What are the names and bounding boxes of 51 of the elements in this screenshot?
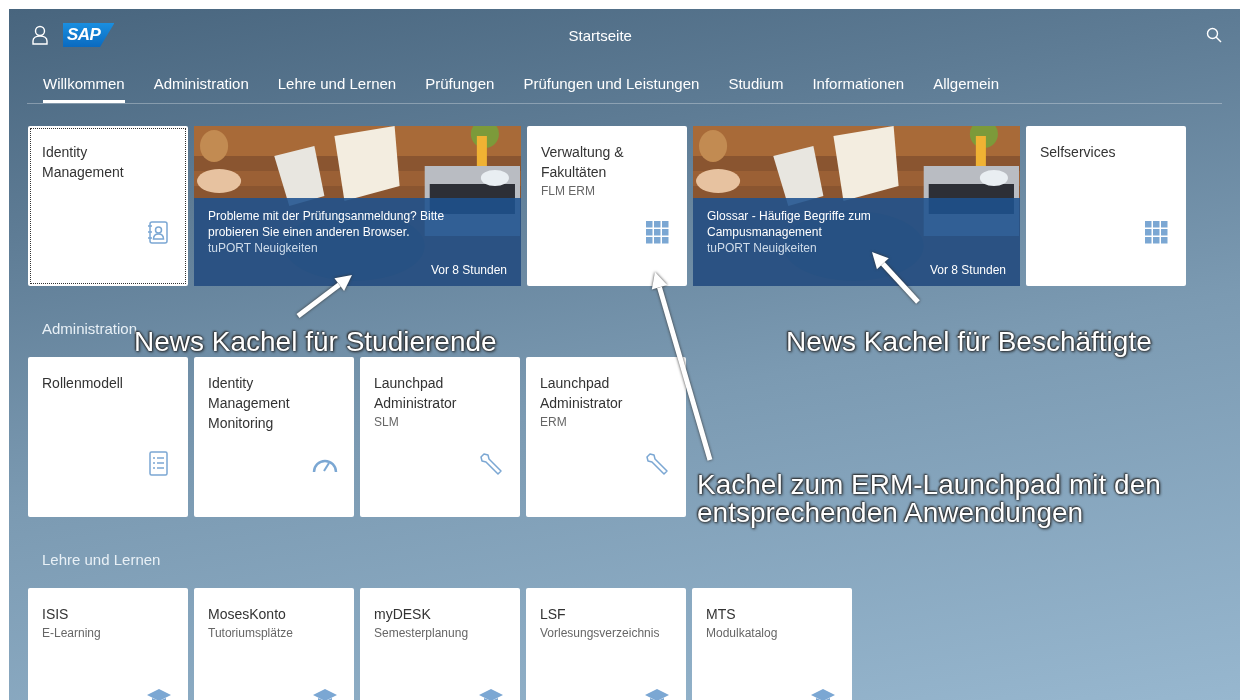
app-tile[interactable]: Verwaltung & Fakultäten FLM ERM	[527, 126, 687, 286]
annotation-text: Kachel zum ERM-Launchpad mit den entsprechenden Anwendungen	[697, 471, 1162, 527]
tile-title: ISIS	[42, 605, 70, 624]
news-source: tuPORT Neuigkeiten	[208, 240, 319, 256]
news-time: Vor 8 Stunden	[929, 263, 1006, 277]
tile-title: Verwaltung & Fakultäten	[541, 143, 625, 182]
section-title: Lehre und Lernen	[42, 551, 161, 568]
tile-title: Launchpad Administrator	[374, 374, 458, 413]
tile-title: Selfservices	[1040, 143, 1117, 162]
logo: SAP	[63, 23, 115, 47]
tile-title: Identity Management	[42, 143, 125, 182]
app-tile[interactable]: LSF Vorlesungsverzeichnis	[526, 588, 686, 700]
tile-title: myDESK	[374, 605, 432, 624]
tile-subtitle: E-Learning	[42, 626, 102, 640]
tile-title: LSF	[540, 605, 567, 624]
tile-subtitle: Modulkatalog	[706, 626, 779, 640]
app-tile[interactable]: Rollenmodell	[28, 357, 188, 517]
tile-title: Rollenmodell	[42, 374, 124, 393]
news-time: Vor 8 Stunden	[430, 263, 507, 277]
tile-subtitle: Semesterplanung	[374, 626, 470, 640]
app-tile[interactable]: ISIS E-Learning	[28, 588, 188, 700]
tab[interactable]: Studium	[728, 61, 784, 103]
tab[interactable]: Willkommen	[43, 61, 125, 103]
app-tile[interactable]: MosesKonto Tutoriumsplätze	[194, 588, 354, 700]
app-tile[interactable]: Selfservices	[1026, 126, 1186, 286]
tile-subtitle: FLM ERM	[541, 184, 596, 198]
tab[interactable]: Lehre und Lernen	[277, 61, 397, 103]
tile-title: Launchpad Administrator	[540, 374, 624, 413]
tile-subtitle: SLM	[374, 415, 400, 429]
app-tile[interactable]: Launchpad Administrator ERM	[526, 357, 686, 517]
app-tile[interactable]: Identity Management	[28, 126, 188, 286]
news-headline: Probleme mit der Prüfungsanmeldung? Bitte probieren Sie einen anderen Browser.	[208, 208, 446, 240]
tile-title: MTS	[706, 605, 737, 624]
tile-subtitle: Tutoriumsplätze	[208, 626, 294, 640]
tab[interactable]: Administration	[153, 61, 249, 103]
tile-title: MosesKonto	[208, 605, 287, 624]
news-headline: Glossar - Häufige Begriffe zum Campusmanagement	[707, 208, 872, 240]
tab[interactable]: Informationen	[812, 61, 905, 103]
app-tile[interactable]: Launchpad Administrator SLM	[360, 357, 520, 517]
annotation-text: News Kachel für Studierende	[134, 328, 498, 356]
annotation-text: News Kachel für Beschäftigte	[786, 328, 1153, 356]
news-source: tuPORT Neuigkeiten	[707, 240, 818, 256]
page-title: Startseite	[567, 26, 633, 44]
app-tile[interactable]: MTS Modulkatalog	[692, 588, 852, 700]
tab[interactable]: Prüfungen und Leistungen	[523, 61, 700, 103]
app-tile[interactable]: myDESK Semesterplanung	[360, 588, 520, 700]
tab[interactable]: Prüfungen	[425, 61, 495, 103]
tile-title: Identity Management Monitoring	[208, 374, 291, 433]
tab[interactable]: Allgemein	[933, 61, 1000, 103]
tile-subtitle: ERM	[540, 415, 568, 429]
app-tile[interactable]: Identity Management Monitoring	[194, 357, 354, 517]
